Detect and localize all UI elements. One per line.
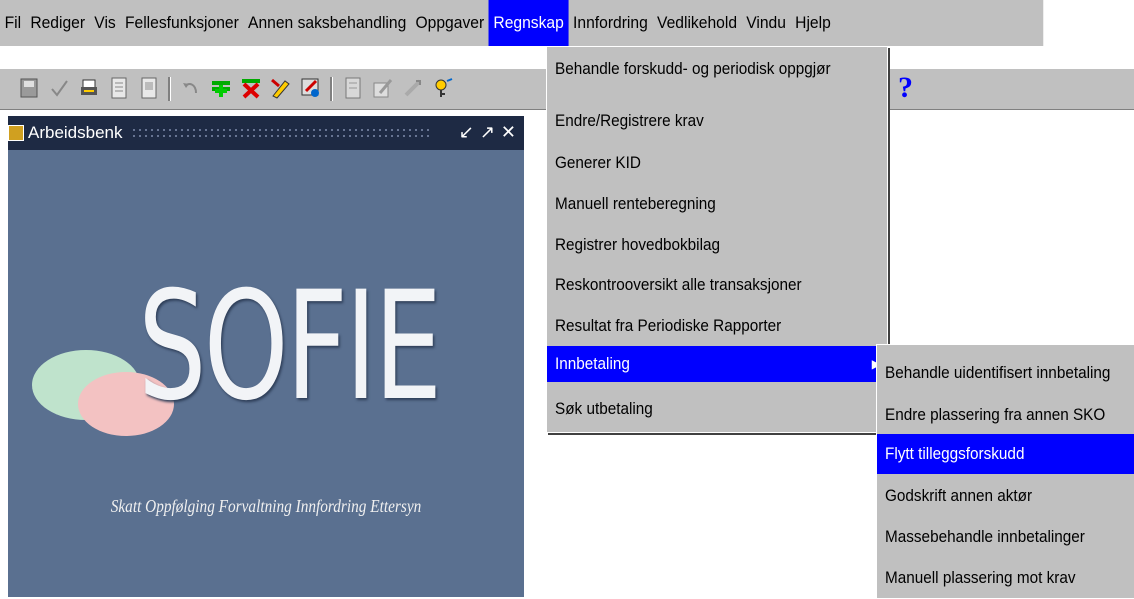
menu-item-innbetaling[interactable]: Innbetaling▶ [547, 346, 887, 382]
logo-text: SOFIE [138, 260, 442, 434]
menu-innfordring[interactable]: Innfordring [568, 13, 652, 33]
list-icon[interactable] [342, 75, 364, 101]
menu-vindu[interactable]: Vindu [742, 13, 791, 33]
menu-fil[interactable]: Fil [0, 13, 26, 33]
submenu-item-massebehandle[interactable]: Massebehandle innbetalinger [877, 517, 1134, 557]
menu-item-registrer-hovedbokbilag[interactable]: Registrer hovedbokbilag [547, 227, 887, 263]
edit-field-icon[interactable] [372, 75, 394, 101]
query-icon[interactable] [300, 75, 322, 101]
check-icon[interactable] [48, 75, 70, 101]
submenu-item-flytt-tilleggsforskudd[interactable]: Flytt tilleggsforskudd [877, 434, 1134, 474]
insert-record-icon[interactable] [210, 75, 232, 101]
edit-record-icon[interactable] [270, 75, 292, 101]
menu-bar: Fil Rediger Vis Fellesfunksjoner Annen s… [0, 0, 1044, 46]
menu-item-generer-kid[interactable]: Generer KID [547, 145, 887, 181]
menu-vis[interactable]: Vis [90, 13, 121, 33]
menu-fellesfunksjoner[interactable]: Fellesfunksjoner [120, 13, 243, 33]
menu-item-endre-registrere-krav[interactable]: Endre/Registrere krav [547, 103, 887, 139]
innbetaling-submenu: Behandle uidentifisert innbetaling Endre… [876, 344, 1134, 599]
close-icon[interactable]: ✕ [501, 122, 516, 143]
menu-item-behandle-forskudd[interactable]: Behandle forskudd- og periodisk oppgjør [547, 51, 887, 87]
menu-hjelp[interactable]: Hjelp [791, 13, 836, 33]
zoom-icon[interactable] [402, 75, 424, 101]
regnskap-menu: Behandle forskudd- og periodisk oppgjør … [546, 46, 888, 433]
workbench-title-bar[interactable]: Arbeidsbenk ↙ ↗ ✕ [8, 116, 524, 150]
submenu-item-endre-plassering[interactable]: Endre plassering fra annen SKO [877, 395, 1134, 435]
copy-document-icon[interactable] [138, 75, 160, 101]
delete-record-icon[interactable] [240, 75, 262, 101]
help-icon[interactable]: ? [898, 71, 913, 105]
menu-regnskap[interactable]: Regnskap [488, 0, 569, 46]
submenu-item-manuell-plassering[interactable]: Manuell plassering mot krav [877, 558, 1134, 598]
key-icon[interactable] [432, 75, 454, 101]
menu-item-manuell-renteberegning[interactable]: Manuell renteberegning [547, 186, 887, 222]
workbench-window: Arbeidsbenk ↙ ↗ ✕ SOFIE Skatt Oppfølging… [8, 116, 524, 597]
window-icon [8, 125, 24, 141]
menu-item-reskontrooversikt[interactable]: Reskontrooversikt alle transaksjoner [547, 267, 887, 303]
submenu-item-behandle-uidentifisert[interactable]: Behandle uidentifisert innbetaling [877, 353, 1134, 393]
submenu-item-godskrift-annen-aktor[interactable]: Godskrift annen aktør [877, 476, 1134, 516]
menu-item-resultat-periodiske[interactable]: Resultat fra Periodiske Rapporter [547, 308, 887, 344]
save-icon[interactable] [18, 75, 40, 101]
document-icon[interactable] [108, 75, 130, 101]
menu-vedlikehold[interactable]: Vedlikehold [652, 13, 741, 33]
minimize-icon[interactable]: ↙ [459, 122, 474, 143]
title-bar-pattern [130, 127, 431, 139]
undo-icon[interactable] [180, 75, 202, 101]
window-title: Arbeidsbenk [28, 123, 123, 142]
logo-tagline: Skatt Oppfølging Forvaltning Innfordring… [110, 496, 422, 516]
menu-rediger[interactable]: Rediger [26, 13, 90, 33]
menu-oppgaver[interactable]: Oppgaver [411, 13, 489, 33]
menu-annen-saksbehandling[interactable]: Annen saksbehandling [243, 13, 410, 33]
menu-item-sok-utbetaling[interactable]: Søk utbetaling [547, 391, 887, 427]
maximize-icon[interactable]: ↗ [480, 122, 495, 143]
print-icon[interactable] [78, 75, 100, 101]
sofie-logo: SOFIE Skatt Oppfølging Forvaltning Innfo… [8, 150, 524, 597]
